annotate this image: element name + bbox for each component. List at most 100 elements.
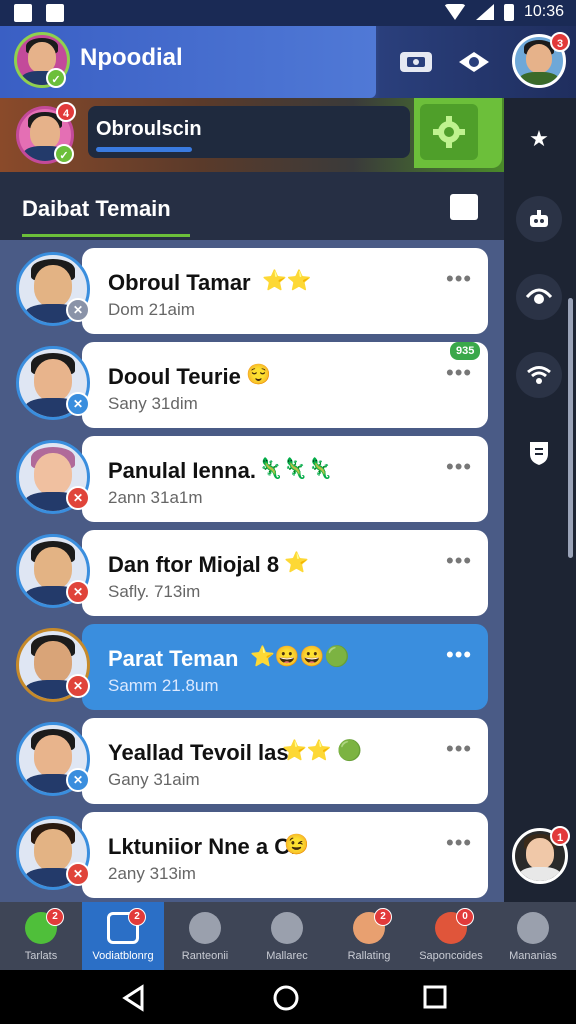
gear-icon [433, 116, 465, 148]
nav-label: Rallating [347, 950, 391, 962]
nav-label: Saponcoides [419, 950, 483, 962]
list-item[interactable]: ✕ Parat Teman ⭐😀😀🟢 Samm 21.8um ••• [0, 624, 504, 710]
image-notification-icon [46, 4, 64, 22]
status-bar: 10:36 [0, 0, 576, 26]
status-input[interactable]: Obroulscin [88, 106, 410, 158]
friend-status: Sany 31dim [108, 394, 198, 413]
nav-badge: 0 [456, 908, 474, 926]
more-options-button[interactable]: ••• [446, 360, 472, 386]
star-icon: ★ [529, 126, 549, 151]
section-title: Daibat Temain [22, 196, 171, 221]
view-button[interactable] [516, 274, 562, 320]
nav-badge: 2 [46, 908, 64, 926]
friend-status: Dom 21aim [108, 300, 195, 319]
app-bar: ✓ Npoodial 3 [0, 26, 576, 98]
eye-icon [526, 288, 552, 304]
emoji-status: ⭐⭐ 🟢 [282, 740, 363, 762]
nav-item-compass[interactable]: 0 Saponcoides [410, 902, 492, 970]
list-item[interactable]: ✕ Dooul Teurie 😌 Sany 31dim ••• 935 [0, 342, 504, 428]
emoji-status: ⭐⭐ [262, 270, 312, 292]
home-icon[interactable] [272, 984, 300, 1012]
friend-status: Samm 21.8um [108, 676, 219, 695]
nav-item-blocked[interactable]: Ranteonii [164, 902, 246, 970]
emoji-status: ⭐ [284, 552, 309, 574]
recents-icon[interactable] [422, 984, 448, 1010]
plane-icon: ✕ [66, 768, 90, 792]
nav-item-home[interactable]: 2 Tarlats [0, 902, 82, 970]
clock: 10:36 [523, 3, 564, 20]
emoji-status: 😉 [284, 834, 309, 856]
nav-item-box[interactable]: Mallarec [246, 902, 328, 970]
puzzle-icon [517, 912, 549, 944]
section-header: Daibat Temain [0, 172, 504, 240]
wifi-icon [527, 366, 551, 384]
x-icon: ✕ [66, 580, 90, 604]
scrollbar[interactable] [568, 298, 573, 558]
bottom-nav: 2 Tarlats 2 Vodiatblonrg Ranteonii Malla… [0, 902, 576, 970]
camera-icon [400, 52, 432, 72]
box-icon [271, 912, 303, 944]
app-title: Npoodial [80, 44, 183, 71]
robot-button[interactable] [516, 196, 562, 242]
nav-label: Mallarec [266, 950, 308, 962]
list-item[interactable]: ✕ Lktuniior Nne a C: 😉 2any 313im ••• [0, 812, 504, 898]
nav-badge: 2 [128, 908, 146, 926]
list-item[interactable]: ✕ Yeallad Tevoil las ⭐⭐ 🟢 Gany 31aim ••• [0, 718, 504, 804]
more-options-button[interactable]: ••• [446, 642, 472, 668]
emoji-status: ⭐😀😀🟢 [250, 646, 350, 668]
friend-name: Parat Teman [108, 646, 239, 671]
nav-label: Tarlats [24, 950, 58, 962]
friend-name: Yeallad Tevoil las [108, 740, 289, 765]
nav-label: Vodiatblonrg [92, 950, 154, 962]
system-nav-bar [0, 970, 576, 1024]
more-options-button[interactable]: ••• [446, 736, 472, 762]
friend-status: Gany 31aim [108, 770, 200, 789]
notification-icon [14, 4, 32, 22]
friend-list: ✕ Obroul Tamar ⭐⭐ Dom 21aim ••• ✕ Dooul … [0, 248, 504, 902]
eye-icon [459, 52, 489, 72]
nav-label: Ranteonii [181, 950, 229, 962]
nav-item-house[interactable]: 2 Vodiatblonrg [82, 902, 164, 970]
friend-status: 2ann 31a1m [108, 488, 203, 507]
more-options-button[interactable]: ••• [446, 548, 472, 574]
x-icon: ✕ [66, 486, 90, 510]
location-button[interactable] [454, 42, 494, 82]
tab-indicator [22, 234, 190, 237]
favorites-button[interactable]: ★ [516, 116, 562, 162]
shield-icon [530, 442, 548, 465]
rail-badge: 1 [550, 826, 570, 846]
friend-status: Safly. 713im [108, 582, 201, 601]
more-options-button[interactable]: ••• [446, 830, 472, 856]
friend-status: 2any 313im [108, 864, 196, 883]
signal-icon [475, 4, 494, 20]
emoji-status: 🦎🦎🦎 [258, 458, 333, 480]
wifi-status-icon [443, 4, 466, 20]
list-item[interactable]: ✕ Obroul Tamar ⭐⭐ Dom 21aim ••• [0, 248, 504, 334]
edit-icon[interactable] [450, 194, 478, 220]
list-item[interactable]: ✕ Panulal Ienna. 🦎🦎🦎 2ann 31a1m ••• [0, 436, 504, 522]
wifi-button[interactable] [516, 352, 562, 398]
time-badge: 935 [450, 342, 481, 360]
camera-button[interactable] [396, 42, 436, 82]
back-icon[interactable] [120, 984, 148, 1012]
online-badge-icon: ✓ [46, 68, 66, 88]
more-options-button[interactable]: ••• [446, 454, 472, 480]
profile-row: 4 ✓ Obroulscin [0, 98, 504, 172]
settings-button[interactable] [414, 98, 502, 168]
robot-icon [530, 210, 548, 227]
shield-button[interactable] [516, 430, 562, 476]
status-text: Obroulscin [96, 118, 202, 140]
emoji-status: 😌 [246, 364, 271, 386]
plane-icon: ✕ [66, 392, 90, 416]
verified-icon: ✓ [54, 144, 74, 164]
nav-item-avatar[interactable]: 2 Rallating [328, 902, 410, 970]
more-options-button[interactable]: ••• [446, 266, 472, 292]
nav-badge: 2 [374, 908, 392, 926]
friend-name: Dan ftor Miojal 8 [108, 552, 280, 577]
nav-label: Mananias [509, 950, 557, 962]
friend-name: Dooul Teurie [108, 364, 241, 389]
friend-name: Lktuniior Nne a C: [108, 834, 298, 859]
list-item[interactable]: ✕ Dan ftor Miojal 8 ⭐ Safly. 713im ••• [0, 530, 504, 616]
nav-item-puzzle[interactable]: Mananias [492, 902, 574, 970]
blocked-icon [189, 912, 221, 944]
